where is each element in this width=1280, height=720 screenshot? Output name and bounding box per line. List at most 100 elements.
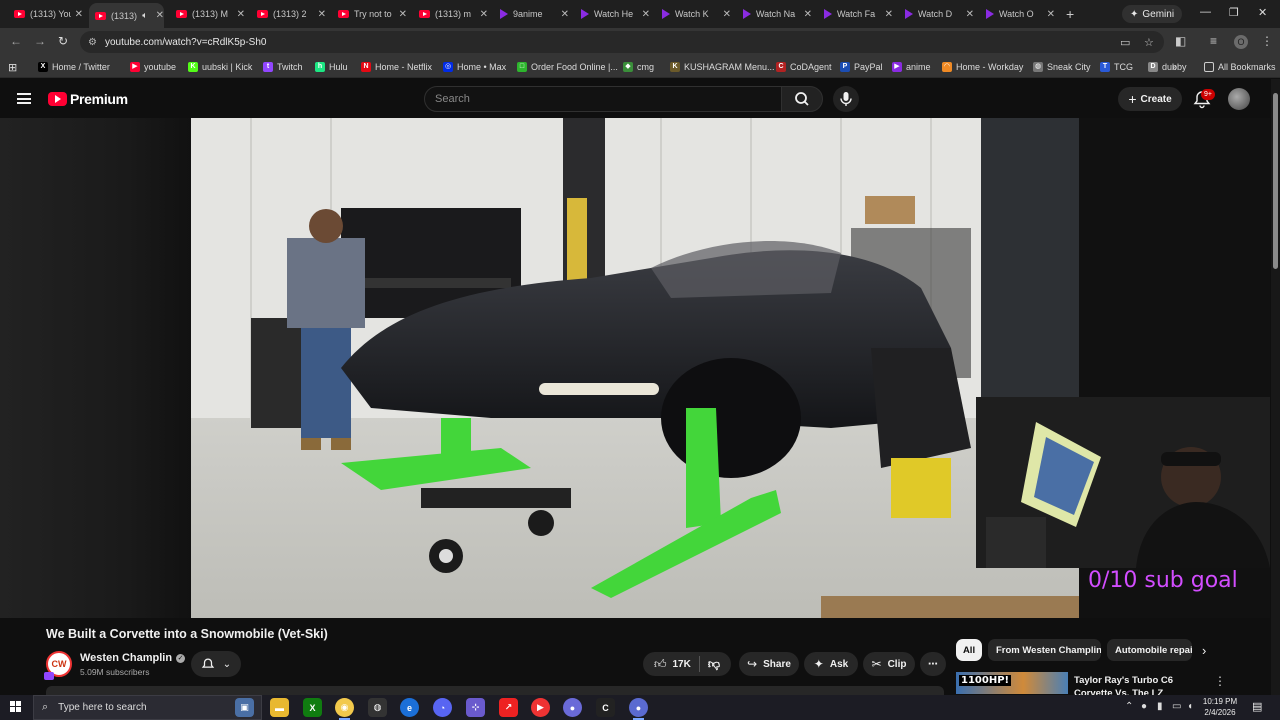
video-player[interactable] [191,118,1079,618]
browser-tab[interactable]: (1313) 🔈︎ ✕ [89,3,164,28]
volume-icon[interactable]: ◖ [1187,701,1193,712]
close-tab-icon[interactable]: ✕ [885,9,893,20]
close-window-icon[interactable]: ✕ [1258,6,1267,19]
close-tab-icon[interactable]: ✕ [804,9,812,20]
browser-tab[interactable]: Watch D ✕ [899,3,974,25]
windows-start-icon[interactable] [10,701,22,713]
close-tab-icon[interactable]: ✕ [480,9,488,20]
apps-grid-icon[interactable]: ⊞ [8,60,17,74]
ask-button[interactable]: ✦ Ask [804,652,858,676]
app-circle-icon[interactable]: ● [563,698,582,717]
browser-tab[interactable]: (1313) M ✕ [170,3,245,25]
forward-icon[interactable]: → [34,34,46,48]
network-icon[interactable]: ▭ [1172,701,1181,712]
browser-tab[interactable]: (1313) 2 ✕ [251,3,326,25]
bookmark-item[interactable]: ▶ anime [892,60,931,74]
chip-automobile-repair[interactable]: Automobile repair [1107,639,1192,661]
close-tab-icon[interactable]: ✕ [723,9,731,20]
browser-tab[interactable]: Watch Na ✕ [737,3,812,25]
taskbar-clock[interactable]: 10:19 PM 2/4/2026 [1198,696,1242,718]
recommended-video-title[interactable]: Taylor Ray's Turbo C6 Corvette Vs. The L… [1074,674,1206,696]
menu-icon[interactable] [17,93,31,104]
close-tab-icon[interactable]: ✕ [966,9,974,20]
chip-from-channel[interactable]: From Westen Champlin [988,639,1101,661]
user-tray-icon[interactable]: ● [1141,701,1147,712]
bookmarks-overflow-icon[interactable]: » [1172,60,1177,74]
extensions-icon[interactable]: ◧ [1175,34,1186,48]
restore-icon[interactable]: ❐ [1229,6,1239,19]
subscription-bell-button[interactable]: ⌄ [191,651,241,677]
browser-tab[interactable]: Watch He ✕ [575,3,650,25]
chevron-right-icon[interactable]: › [1202,643,1206,658]
browser-tab[interactable]: 9anime ✕ [494,3,569,25]
youtube-logo[interactable]: Premium [48,91,128,107]
bookmark-item[interactable]: T TCG [1100,60,1133,74]
bookmark-item[interactable]: P PayPal [840,60,883,74]
media-controls-icon[interactable]: ≡ [1210,34,1217,48]
create-button[interactable]: + Create [1118,87,1182,111]
bookmark-item[interactable]: Ddubby [1148,60,1187,74]
reload-icon[interactable]: ↻ [58,34,68,48]
bookmark-item[interactable]: t Twitch [263,60,303,74]
search-input[interactable]: Search [424,86,782,112]
edge-icon[interactable]: e [400,698,419,717]
minimize-icon[interactable]: — [1200,6,1211,18]
bookmark-item[interactable]: ▶ youtube [130,60,176,74]
close-tab-icon[interactable]: ✕ [75,9,83,20]
chip-all[interactable]: All [956,639,982,661]
new-tab-button[interactable]: + [1066,6,1074,22]
bookmark-item[interactable]: h Hulu [315,60,348,74]
back-icon[interactable]: ← [10,34,22,48]
media-player-icon[interactable]: ▶ [531,698,550,717]
gemini-button[interactable]: ✦ Gemini [1122,5,1183,23]
xbox-icon[interactable]: X [303,698,322,717]
obs-icon[interactable]: ◍ [368,698,387,717]
file-explorer-icon[interactable]: ▬ [270,698,289,717]
chrome-menu-icon[interactable]: ⋮ [1261,34,1273,48]
bookmark-item[interactable]: K KUSHAGRAM Menu... [670,60,775,74]
app-blue-icon[interactable]: ● [629,698,648,720]
share-button[interactable]: ↪ Share [739,652,799,676]
browser-tab[interactable]: Watch O ✕ [980,3,1055,25]
more-actions-button[interactable]: ⋯ [920,652,946,676]
thumbs-up-icon[interactable]: 👍︎ [654,657,667,672]
bookmark-item[interactable]: ◠ Home - Workday [942,60,1023,74]
browser-tab[interactable]: (1313) You ✕ [8,3,83,25]
close-tab-icon[interactable]: ✕ [399,9,407,20]
bookmark-item[interactable]: ◆ cmg [623,60,654,74]
close-tab-icon[interactable]: ✕ [318,9,326,20]
bookmark-item[interactable]: ◎ Home • Max [443,60,506,74]
close-tab-icon[interactable]: ✕ [561,9,569,20]
mic-tray-icon[interactable]: ▮ [1157,701,1163,712]
bookmark-item[interactable]: X Home / Twitter [38,60,110,74]
bookmark-item[interactable]: ◍ Sneak City [1033,60,1091,74]
recommended-video-thumbnail[interactable]: 1100HP! [956,672,1068,694]
voice-search-button[interactable] [833,86,859,112]
bookmark-star-icon[interactable]: ☆ [1144,31,1154,53]
notification-center-icon[interactable]: ▤ [1252,700,1262,713]
gamepad-icon[interactable]: ⊹ [466,698,485,717]
discord-icon[interactable]: ◔ [433,698,452,717]
all-bookmarks-button[interactable]: All Bookmarks [1204,60,1276,74]
address-bar[interactable]: ⚙ youtube.com/watch?v=cRdlK5p-Sh0 ▭ ☆ [80,31,1164,53]
close-tab-icon[interactable]: ✕ [642,9,650,20]
browser-tab[interactable]: (1313) m ✕ [413,3,488,25]
tab-audio-icon[interactable]: 🔈︎ [142,10,147,21]
browser-tab[interactable]: Watch K ✕ [656,3,731,25]
clip-button[interactable]: ✂ Clip [863,652,915,676]
tray-overflow-icon[interactable]: ⌃ [1125,701,1133,712]
search-highlight-icon[interactable]: ▣ [235,698,254,717]
more-vertical-icon[interactable]: ⋮ [1214,674,1226,688]
bookmark-item[interactable]: □ Order Food Online |... [517,60,618,74]
close-tab-icon[interactable]: ✕ [156,10,164,21]
cast-icon[interactable]: ▭ [1120,31,1130,53]
call-of-duty-icon[interactable]: C [596,698,615,717]
browser-tab[interactable]: Try not to ✕ [332,3,407,25]
bookmark-item[interactable]: Kuubski | Kick [188,60,252,74]
site-info-icon[interactable]: ⚙ [88,37,97,48]
bookmark-item[interactable]: N Home - Netflix [361,60,432,74]
search-button[interactable] [781,86,823,112]
like-count[interactable]: 17K [673,659,691,670]
scrollbar-thumb[interactable] [1273,93,1278,269]
thumbs-down-icon[interactable]: 👎︎ [708,657,720,672]
